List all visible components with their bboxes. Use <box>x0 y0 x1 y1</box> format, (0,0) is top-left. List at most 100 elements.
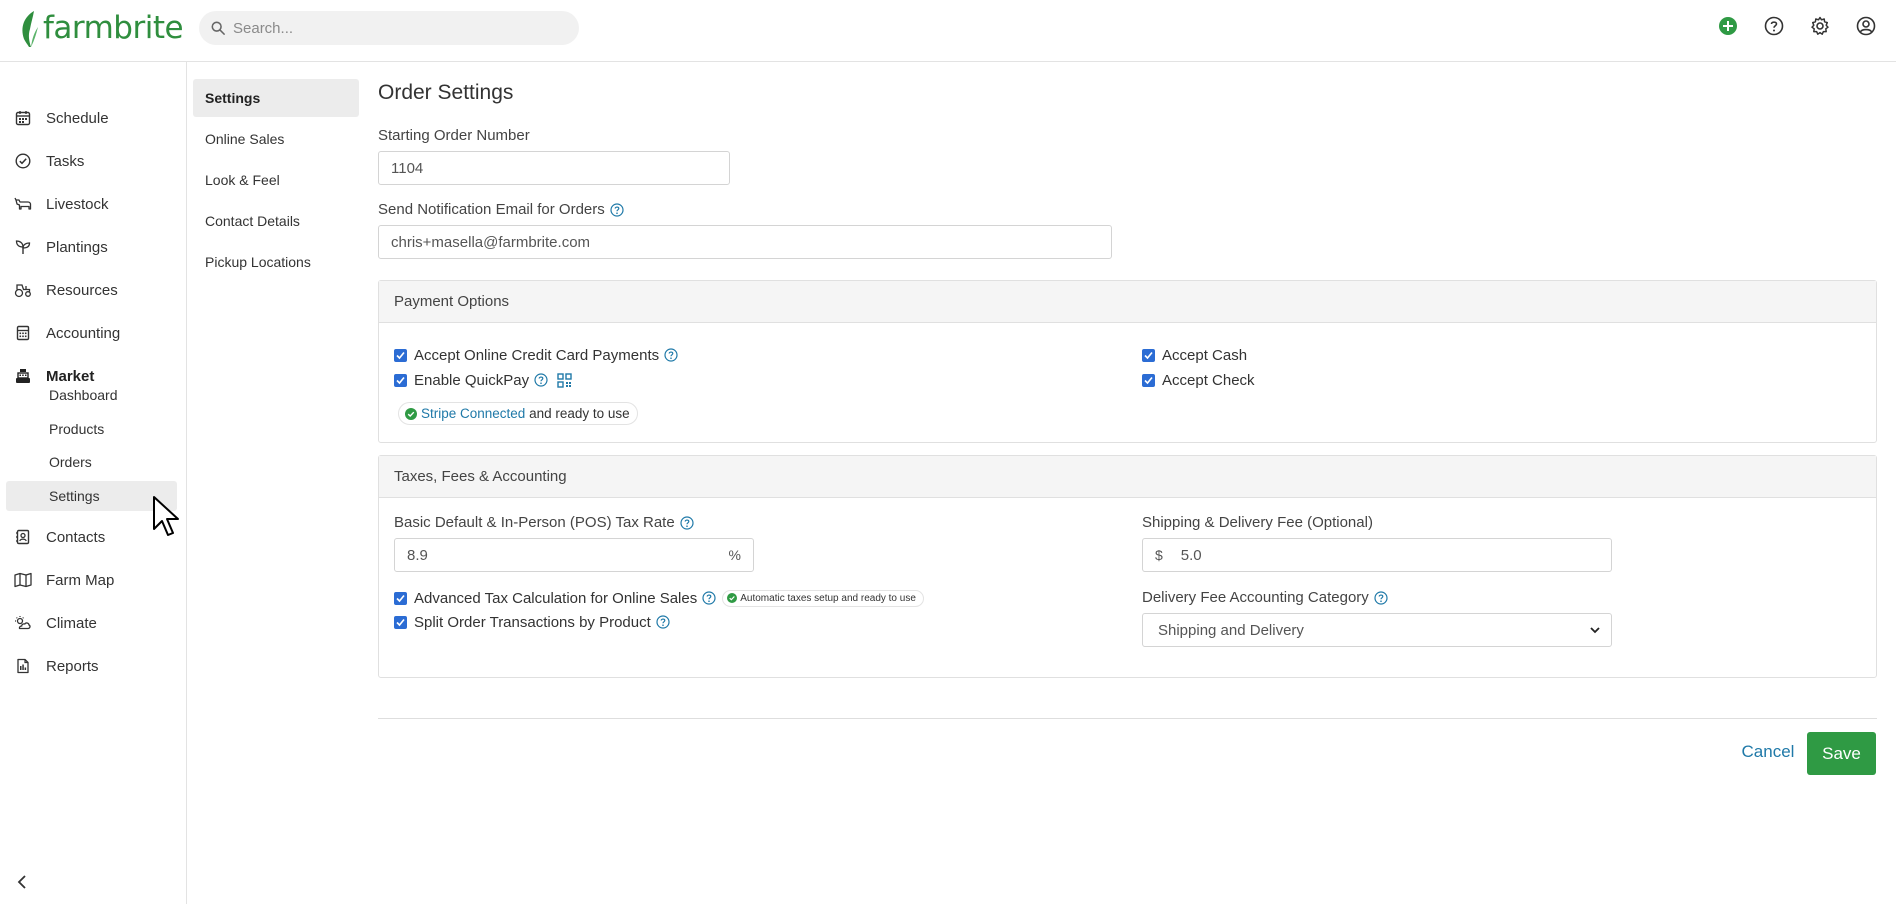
subnav-label: Look & Feel <box>205 172 280 188</box>
taxes-heading: Taxes, Fees & Accounting <box>379 456 1876 498</box>
help-icon[interactable] <box>610 202 624 217</box>
gear-icon[interactable] <box>1808 14 1832 38</box>
sidebar-subitem-label: Settings <box>49 488 100 504</box>
starting-order-label: Starting Order Number <box>378 127 530 144</box>
delivery-category-label: Delivery Fee Accounting Category <box>1142 589 1388 606</box>
help-icon[interactable] <box>680 515 694 530</box>
search-box[interactable] <box>199 11 579 45</box>
accept-credit-card-checkbox[interactable] <box>394 348 407 362</box>
check-circle-icon <box>14 152 32 170</box>
checkbox-label: Accept Online Credit Card Payments <box>414 346 660 364</box>
sidebar-item-label: Contacts <box>46 528 106 546</box>
subnav-label: Contact Details <box>205 213 300 229</box>
tax-rate-label: Basic Default & In-Person (POS) Tax Rate <box>394 514 694 531</box>
sidebar-subitem-label: Orders <box>49 454 92 470</box>
payment-options-heading: Payment Options <box>379 281 1876 323</box>
auto-taxes-text: Automatic taxes setup and ready to use <box>740 592 916 604</box>
farmbrite-logo[interactable]: farmbrite <box>20 8 184 50</box>
split-order-row: Split Order Transactions by Product <box>394 612 670 632</box>
settings-subnav: Settings Online Sales Look & Feel Contac… <box>193 79 359 284</box>
help-icon[interactable] <box>656 615 670 629</box>
add-circle-icon[interactable] <box>1716 14 1740 38</box>
sidebar-item-tasks[interactable]: Tasks <box>0 141 187 181</box>
sidebar-item-label: Schedule <box>46 109 109 127</box>
sidebar-item-label: Climate <box>46 614 97 632</box>
split-order-checkbox[interactable] <box>394 615 407 629</box>
help-icon[interactable] <box>664 348 678 362</box>
advanced-tax-checkbox[interactable] <box>394 591 407 605</box>
subnav-label: Pickup Locations <box>205 254 311 270</box>
sidebar-subitem-dashboard[interactable]: Dashboard <box>6 380 177 410</box>
collapse-sidebar-icon[interactable] <box>12 872 32 892</box>
subnav-label: Settings <box>205 90 261 106</box>
help-icon[interactable] <box>1374 590 1388 605</box>
sprout-icon <box>14 238 32 256</box>
sidebar-item-label: Farm Map <box>46 571 115 589</box>
left-sidebar: Schedule Tasks Livestock Plantings Resou… <box>0 62 187 904</box>
tax-rate-input[interactable]: 8.9 % <box>394 538 754 572</box>
notify-email-input[interactable]: chris+masella@farmbrite.com <box>378 225 1112 259</box>
subnav-settings[interactable]: Settings <box>193 79 359 117</box>
help-icon[interactable] <box>1762 14 1786 38</box>
delivery-category-select[interactable]: Shipping and Delivery <box>1142 613 1612 647</box>
shipping-fee-input[interactable]: $ 5.0 <box>1142 538 1612 572</box>
percent-suffix: % <box>728 547 741 563</box>
subnav-pickup-locations[interactable]: Pickup Locations <box>193 243 359 281</box>
sidebar-subitem-orders[interactable]: Orders <box>6 447 177 477</box>
enable-quickpay-checkbox[interactable] <box>394 373 407 387</box>
sidebar-item-label: Livestock <box>46 195 109 213</box>
help-icon[interactable] <box>534 373 548 387</box>
check-circle-icon <box>727 593 738 603</box>
sidebar-item-resources[interactable]: Resources <box>0 270 187 310</box>
sidebar-item-climate[interactable]: Climate <box>0 603 187 643</box>
search-input[interactable] <box>233 19 563 37</box>
taxes-panel: Taxes, Fees & Accounting Basic Default &… <box>378 455 1877 678</box>
cancel-button[interactable]: Cancel <box>1736 732 1800 772</box>
chevron-down-icon <box>1590 627 1600 634</box>
user-icon[interactable] <box>1854 14 1878 38</box>
cow-icon <box>14 195 32 213</box>
sidebar-subitem-label: Products <box>49 421 105 437</box>
starting-order-input[interactable]: 1104 <box>378 151 730 185</box>
address-book-icon <box>14 528 32 546</box>
checkbox-label: Accept Check <box>1162 371 1255 389</box>
sidebar-item-label: Tasks <box>46 152 85 170</box>
help-icon[interactable] <box>702 591 716 605</box>
map-icon <box>14 571 32 589</box>
sidebar-item-farm-map[interactable]: Farm Map <box>0 560 187 600</box>
sidebar-item-livestock[interactable]: Livestock <box>0 184 187 224</box>
accept-check-row: Accept Check <box>1142 370 1255 390</box>
checkbox-label: Advanced Tax Calculation for Online Sale… <box>414 589 698 607</box>
sidebar-item-reports[interactable]: Reports <box>0 646 187 686</box>
accept-check-checkbox[interactable] <box>1142 373 1155 387</box>
sidebar-item-plantings[interactable]: Plantings <box>0 227 187 267</box>
checkbox-label: Enable QuickPay <box>414 371 530 389</box>
mouse-cursor-icon <box>153 496 179 536</box>
sidebar-subitem-label: Dashboard <box>49 387 118 403</box>
stripe-connected-link[interactable]: Stripe Connected <box>421 406 525 421</box>
checkbox-label: Split Order Transactions by Product <box>414 613 651 631</box>
auto-taxes-badge: Automatic taxes setup and ready to use <box>722 589 924 607</box>
top-actions <box>1716 14 1878 38</box>
checkbox-label: Accept Cash <box>1162 346 1248 364</box>
accept-cash-row: Accept Cash <box>1142 345 1247 365</box>
stripe-status-text: and ready to use <box>525 406 630 421</box>
qr-code-icon[interactable] <box>557 372 572 388</box>
subnav-look-and-feel[interactable]: Look & Feel <box>193 161 359 199</box>
sidebar-item-label: Plantings <box>46 238 108 256</box>
save-button[interactable]: Save <box>1807 732 1876 775</box>
accept-cash-checkbox[interactable] <box>1142 348 1155 362</box>
subnav-contact-details[interactable]: Contact Details <box>193 202 359 240</box>
subnav-online-sales[interactable]: Online Sales <box>193 120 359 158</box>
leaf-logo-icon <box>22 11 38 47</box>
subnav-label: Online Sales <box>205 131 285 147</box>
calculator-icon <box>14 324 32 342</box>
sidebar-item-label: Accounting <box>46 324 121 342</box>
sidebar-item-schedule[interactable]: Schedule <box>0 98 187 138</box>
calendar-icon <box>14 109 32 127</box>
sidebar-item-accounting[interactable]: Accounting <box>0 313 187 353</box>
page-title: Order Settings <box>378 81 514 104</box>
footer-divider <box>378 718 1877 719</box>
sidebar-subitem-products[interactable]: Products <box>6 414 177 444</box>
enable-quickpay-row: Enable QuickPay <box>394 370 572 390</box>
